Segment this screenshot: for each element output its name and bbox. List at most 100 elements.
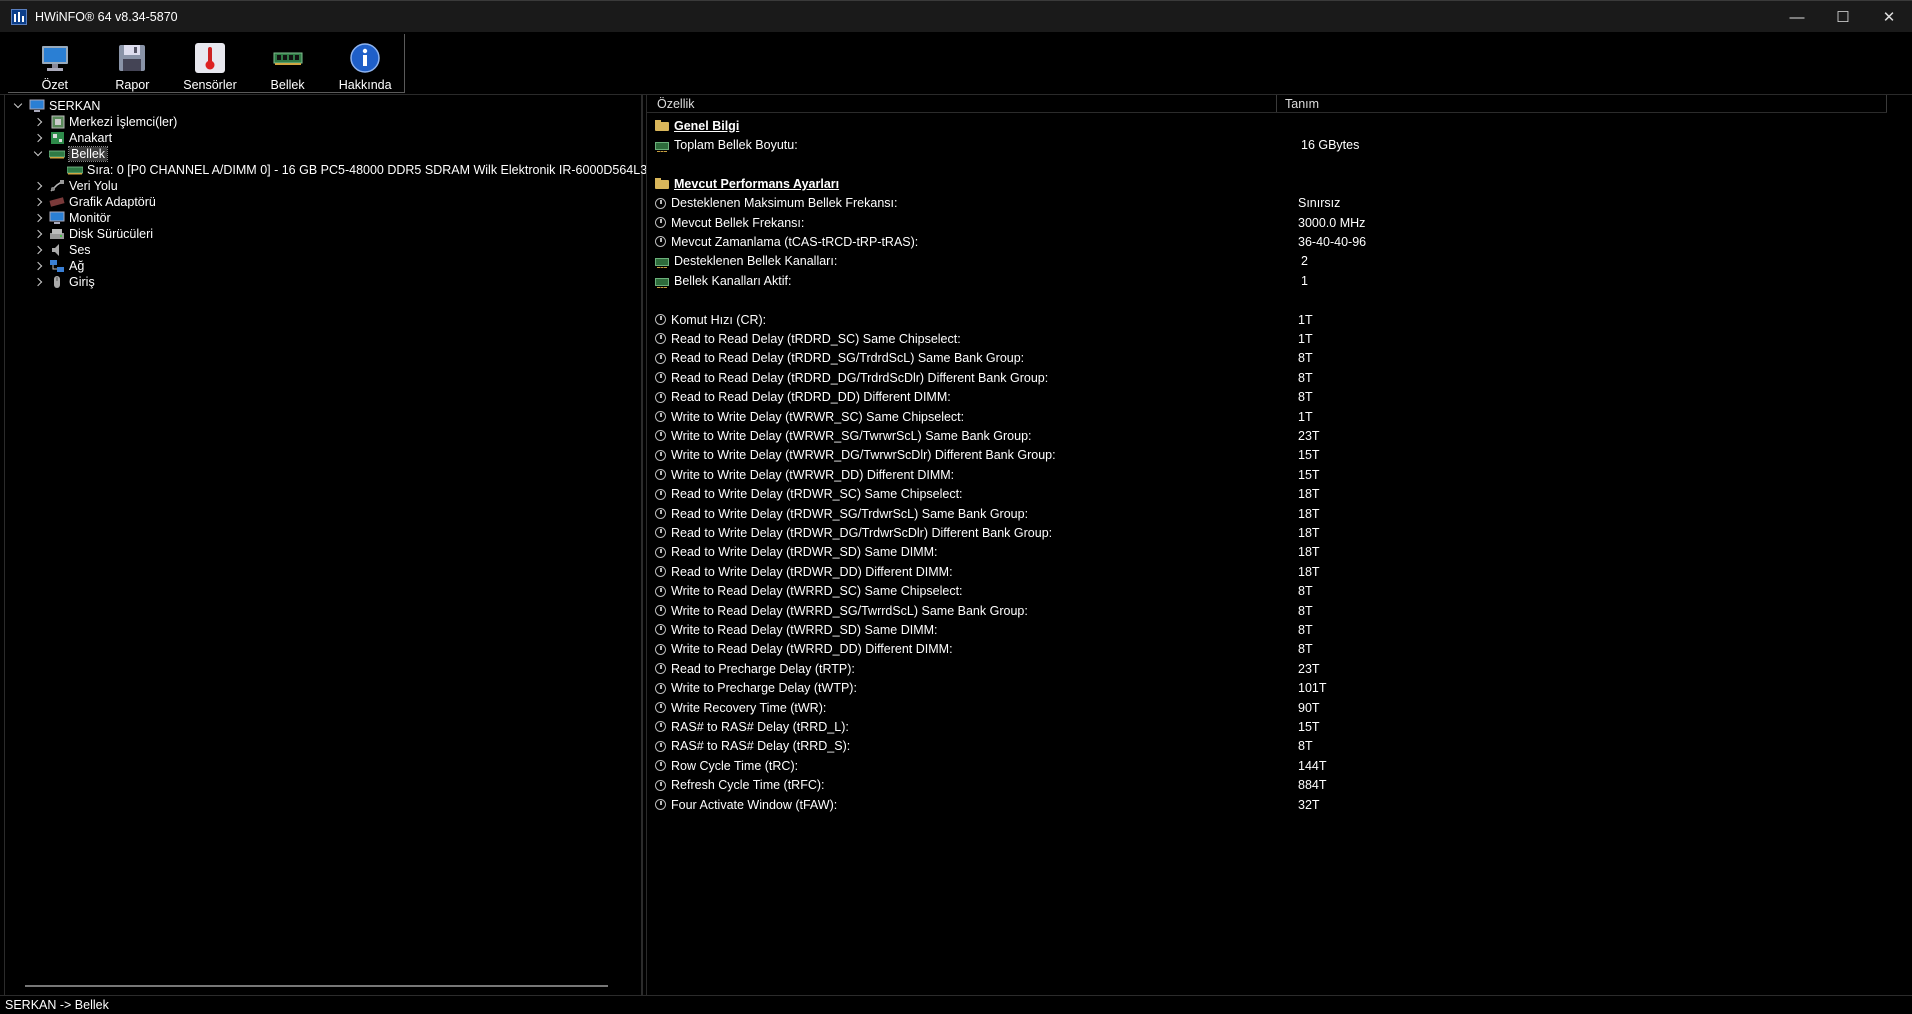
- list-row[interactable]: Toplam Bellek Boyutu: 16 GBytes: [647, 135, 1887, 154]
- maximize-button[interactable]: ☐: [1820, 1, 1866, 33]
- list-row[interactable]: Write to Read Delay (tWRRD_SG/TwrrdScL) …: [647, 601, 1887, 620]
- minimize-button[interactable]: —: [1774, 1, 1820, 33]
- clock-icon: [655, 217, 666, 228]
- property-value: 8T: [1298, 603, 1313, 618]
- list-row[interactable]: Row Cycle Time (tRC): 144T: [647, 756, 1887, 775]
- list-row[interactable]: Write to Read Delay (tWRRD_SD) Same DIMM…: [647, 620, 1887, 639]
- folder-icon: [655, 120, 669, 131]
- property-name: RAS# to RAS# Delay (tRRD_S):: [671, 739, 851, 754]
- list-row[interactable]: Desteklenen Bellek Kanalları: 2: [647, 252, 1887, 271]
- list-row[interactable]: Read to Precharge Delay (tRTP): 23T: [647, 659, 1887, 678]
- chevron-right-icon[interactable]: [33, 213, 43, 223]
- blank-row: [647, 155, 1887, 174]
- list-row[interactable]: Desteklenen Maksimum Bellek Frekansı: Sın…: [647, 194, 1887, 213]
- tree-item-memory[interactable]: Bellek: [33, 146, 109, 162]
- tree-item-label: Grafik Adaptörü: [69, 195, 156, 209]
- list-row[interactable]: Write to Write Delay (tWRWR_SG/TwrwrScL)…: [647, 426, 1887, 445]
- property-value: 32T: [1298, 797, 1320, 812]
- section-header-row[interactable]: Genel Bilgi: [647, 116, 1887, 135]
- summary-label: Özet: [41, 78, 68, 92]
- computer-icon: [29, 99, 45, 113]
- list-row[interactable]: Write Recovery Time (tWR): 90T: [647, 698, 1887, 717]
- blank-row: [647, 291, 1887, 310]
- chevron-right-icon[interactable]: [33, 261, 43, 271]
- list-row[interactable]: Write to Write Delay (tWRWR_SC) Same Chi…: [647, 407, 1887, 426]
- property-name: Write to Read Delay (tWRRD_SD) Same DIMM…: [671, 622, 938, 637]
- sensors-button[interactable]: Sensörler: [171, 34, 249, 92]
- device-tree[interactable]: SERKAN Merkezi İşlemci(ler) Anakart Bell…: [4, 95, 666, 995]
- column-header-property[interactable]: Özellik: [647, 95, 1277, 112]
- list-row[interactable]: Read to Read Delay (tRDRD_SG/TrdrdScL) S…: [647, 349, 1887, 368]
- list-row[interactable]: Read to Write Delay (tRDWR_SG/TrdwrScL) …: [647, 504, 1887, 523]
- clock-icon: [655, 702, 666, 713]
- clock-icon: [655, 663, 666, 675]
- list-row[interactable]: Write to Precharge Delay (tWTP): 101T: [647, 679, 1887, 698]
- list-row[interactable]: Mevcut Bellek Frekansı: 3000.0 MHz: [647, 213, 1887, 232]
- list-row[interactable]: Four Activate Window (tFAW): 32T: [647, 795, 1887, 814]
- chevron-down-icon[interactable]: [33, 149, 43, 159]
- tree-item-memory-slot-0[interactable]: Sıra: 0 [P0 CHANNEL A/DIMM 0] - 16 GB PC…: [66, 162, 666, 178]
- chevron-right-icon[interactable]: [33, 117, 43, 127]
- tree-item-graphics[interactable]: Grafik Adaptörü: [33, 194, 156, 210]
- tree-item-input[interactable]: Giriş: [33, 274, 95, 290]
- property-value: 18T: [1298, 564, 1320, 579]
- tree-item-motherboard[interactable]: Anakart: [33, 130, 112, 146]
- tree-root[interactable]: SERKAN: [13, 98, 100, 114]
- list-row[interactable]: Read to Read Delay (tRDRD_DG/TrdrdScDlr)…: [647, 368, 1887, 387]
- list-row[interactable]: Write to Write Delay (tWRWR_DG/TwrwrScDl…: [647, 446, 1887, 465]
- tree-item-disk-drives[interactable]: Disk Sürücüleri: [33, 226, 153, 242]
- chevron-down-icon[interactable]: [13, 101, 23, 111]
- chevron-right-icon[interactable]: [33, 181, 43, 191]
- tree-item-monitor[interactable]: Monitör: [33, 210, 111, 226]
- summary-button[interactable]: Özet: [16, 34, 94, 92]
- tree-item-network[interactable]: Ağ: [33, 258, 84, 274]
- property-name: Toplam Bellek Boyutu:: [674, 137, 798, 152]
- list-row[interactable]: Read to Write Delay (tRDWR_SD) Same DIMM…: [647, 543, 1887, 562]
- tree-item-label: Ağ: [69, 259, 85, 273]
- property-name: Four Activate Window (tFAW):: [671, 797, 838, 812]
- list-row[interactable]: Read to Write Delay (tRDWR_DD) Different…: [647, 562, 1887, 581]
- tree-item-audio[interactable]: Ses: [33, 242, 91, 258]
- list-row[interactable]: Read to Read Delay (tRDRD_DD) Different …: [647, 388, 1887, 407]
- chevron-right-icon[interactable]: [33, 277, 43, 287]
- bus-icon: [49, 179, 65, 193]
- list-row[interactable]: RAS# to RAS# Delay (tRRD_L): 15T: [647, 717, 1887, 736]
- clock-icon: [655, 546, 666, 558]
- chevron-right-icon[interactable]: [33, 133, 43, 143]
- section-header-row[interactable]: Mevcut Performans Ayarları: [647, 174, 1887, 193]
- property-value: 15T: [1298, 448, 1320, 463]
- list-row[interactable]: Refresh Cycle Time (tRFC): 884T: [647, 776, 1887, 795]
- toolbar: Özet Rapor Sensörler Bellek Hakkında: [0, 32, 1912, 95]
- column-header-value[interactable]: Tanım: [1277, 95, 1887, 112]
- list-row[interactable]: Mevcut Zamanlama (tCAS-tRCD-tRP-tRAS): 36…: [647, 232, 1887, 251]
- tree-root-label: SERKAN: [49, 99, 101, 113]
- about-button[interactable]: Hakkında: [326, 34, 404, 92]
- list-row[interactable]: Write to Read Delay (tWRRD_DD) Different…: [647, 640, 1887, 659]
- property-name: Read to Write Delay (tRDWR_DD) Different…: [671, 564, 953, 579]
- chevron-right-icon[interactable]: [33, 197, 43, 207]
- property-name: Read to Write Delay (tRDWR_SC) Same Chip…: [671, 487, 963, 502]
- memory-button[interactable]: Bellek: [249, 34, 327, 92]
- chevron-right-icon[interactable]: [33, 229, 43, 239]
- list-row[interactable]: Komut Hızı (CR): 1T: [647, 310, 1887, 329]
- clock-icon: [655, 624, 666, 636]
- report-button[interactable]: Rapor: [94, 34, 172, 92]
- list-row[interactable]: Read to Write Delay (tRDWR_DG/TrdwrScDlr…: [647, 523, 1887, 542]
- monitor-icon: [49, 211, 65, 225]
- property-name: Write to Write Delay (tWRWR_DG/TwrwrScDl…: [671, 448, 1056, 463]
- tree-item-bus[interactable]: Veri Yolu: [33, 178, 118, 194]
- list-row[interactable]: Read to Read Delay (tRDRD_SC) Same Chips…: [647, 329, 1887, 348]
- list-row[interactable]: RAS# to RAS# Delay (tRRD_S): 8T: [647, 737, 1887, 756]
- chevron-right-icon[interactable]: [33, 245, 43, 255]
- list-row[interactable]: Write to Write Delay (tWRWR_DD) Differen…: [647, 465, 1887, 484]
- tree-item-cpu[interactable]: Merkezi İşlemci(ler): [33, 114, 177, 130]
- list-header: Özellik Tanım: [647, 95, 1887, 113]
- property-name: Read to Read Delay (tRDRD_DD) Different …: [671, 390, 951, 405]
- list-row[interactable]: Bellek Kanalları Aktif: 1: [647, 271, 1887, 290]
- close-button[interactable]: ✕: [1866, 1, 1912, 33]
- list-row[interactable]: Write to Read Delay (tWRRD_SC) Same Chip…: [647, 582, 1887, 601]
- horizontal-scrollbar[interactable]: [25, 985, 608, 987]
- property-value: 90T: [1298, 700, 1320, 715]
- property-name: Desteklenen Maksimum Bellek Frekansı:: [671, 196, 898, 211]
- list-row[interactable]: Read to Write Delay (tRDWR_SC) Same Chip…: [647, 485, 1887, 504]
